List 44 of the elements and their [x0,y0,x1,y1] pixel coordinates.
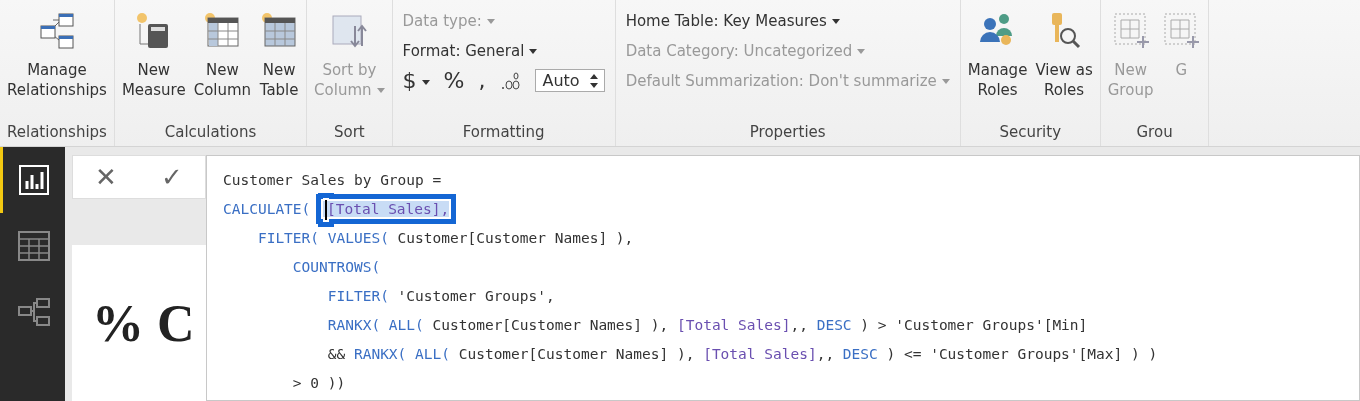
code-line: Customer Sales by Group = [223,171,443,190]
group-label: Sort [332,123,366,143]
group-label: Properties [748,123,827,143]
bar-chart-icon [18,164,50,196]
grid-plus-icon [1161,10,1202,50]
table-icon [18,231,50,261]
ribbon-button[interactable]: New Column [190,8,255,102]
caret-icon [376,88,385,93]
caret-icon [486,19,495,24]
code-line: RANKX( ALL( Customer[Customer Names] ), [Total Sales],, DESC ) > 'Customer Groups'[Min] [326,316,1089,335]
group-label: Relationships [6,123,108,143]
comma-button[interactable]: , [478,68,486,93]
formula-editor[interactable] [206,155,1360,401]
caret-icon [421,79,430,85]
format-dropdown[interactable]: Format: General [402,38,605,64]
visual-title: % C [92,293,195,353]
group-label: Grou [1135,123,1174,143]
code-line: FILTER( VALUES( Customer[Customer Names] ), [256,229,635,248]
ribbon-button[interactable]: Manage Roles [964,8,1031,102]
caret-icon [831,19,840,24]
caret-icon [857,49,866,54]
code-line: COUNTROWS( [291,258,382,277]
group-label: Formatting [461,123,546,143]
code-line: CALCULATE( [Total Sales], [223,195,1343,224]
decimal-places-icon[interactable] [499,70,522,91]
caret-icon [529,49,538,54]
code-line: && RANKX( ALL( Customer[Customer Names] ), [Total Sales],, DESC ) <= 'Customer Groups'[Max] ) ) [326,345,1159,364]
code-line: FILTER( 'Customer Groups', [326,287,556,306]
ribbon-button[interactable]: Manage Relationships [4,8,110,102]
code-line: > 0 )) [291,374,347,393]
decimals-spinner[interactable]: Auto [535,69,605,92]
group-label: Calculations [163,123,258,143]
currency-button[interactable]: $ [402,68,430,93]
cancel-button[interactable]: ✕ [91,162,121,192]
ribbon-button[interactable]: View as Roles [1032,8,1096,102]
group-label: Security [998,123,1063,143]
percent-button[interactable]: % [443,68,465,93]
ribbon-button[interactable]: New Table [256,8,303,102]
property-dropdown[interactable]: Home Table: Key Measures [625,8,950,34]
model-diagram-icon [18,297,50,327]
spinner-arrows-icon [589,72,598,89]
ribbon-button[interactable]: New Measure [118,8,189,102]
commit-button[interactable]: ✓ [157,162,187,192]
caret-icon [941,79,950,84]
